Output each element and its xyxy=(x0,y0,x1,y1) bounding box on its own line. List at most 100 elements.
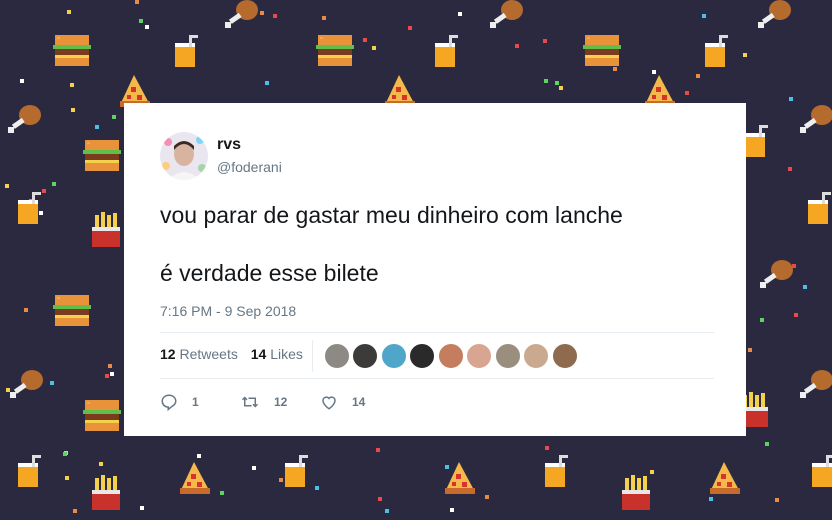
confetti-dot xyxy=(545,446,549,450)
burger-icon xyxy=(53,35,91,66)
liker-avatar[interactable] xyxy=(523,343,549,369)
confetti-dot xyxy=(385,509,389,513)
confetti-dot xyxy=(543,39,547,43)
stats-separator xyxy=(312,340,313,372)
confetti-dot xyxy=(52,182,56,186)
confetti-dot xyxy=(458,12,462,16)
confetti-dot xyxy=(650,470,654,474)
confetti-dot xyxy=(73,509,77,513)
confetti-dot xyxy=(544,79,548,83)
confetti-dot xyxy=(265,81,269,85)
confetti-dot xyxy=(709,497,713,501)
tweet-text-line-1: vou parar de gastar meu dinheiro com lan… xyxy=(160,202,623,228)
reply-button[interactable]: 1 xyxy=(160,393,199,411)
confetti-dot xyxy=(376,448,380,452)
confetti-dot xyxy=(803,285,807,289)
confetti-dot xyxy=(702,14,706,18)
confetti-dot xyxy=(20,79,24,83)
confetti-dot xyxy=(613,67,617,71)
confetti-dot xyxy=(220,491,224,495)
tweet-timestamp[interactable]: 7:16 PM - 9 Sep 2018 xyxy=(160,303,296,319)
engagement-stats: 12 Retweets 14 Likes xyxy=(160,346,312,362)
retweets-stat[interactable]: 12 Retweets xyxy=(160,346,238,362)
confetti-dot xyxy=(322,16,326,20)
burger-icon xyxy=(583,35,621,66)
confetti-dot xyxy=(515,44,519,48)
liker-avatar[interactable] xyxy=(352,343,378,369)
liker-avatar[interactable] xyxy=(552,343,578,369)
user-handle[interactable]: @foderani xyxy=(217,159,282,175)
liker-avatar[interactable] xyxy=(466,343,492,369)
burger-icon xyxy=(83,400,121,431)
confetti-dot xyxy=(110,372,114,376)
confetti-dot xyxy=(39,211,43,215)
confetti-dot xyxy=(279,478,283,482)
confetti-dot xyxy=(5,184,9,188)
confetti-dot xyxy=(140,506,144,510)
divider xyxy=(160,378,714,379)
confetti-dot xyxy=(685,91,689,95)
liker-avatar[interactable] xyxy=(324,343,350,369)
like-icon xyxy=(322,396,336,410)
confetti-dot xyxy=(450,508,454,512)
confetti-dot xyxy=(445,465,449,469)
burger-icon xyxy=(316,35,354,66)
confetti-dot xyxy=(67,10,71,14)
confetti-dot xyxy=(99,462,103,466)
liker-avatar[interactable] xyxy=(495,343,521,369)
liker-avatar[interactable] xyxy=(438,343,464,369)
confetti-dot xyxy=(372,46,376,50)
confetti-dot xyxy=(145,25,149,29)
confetti-dot xyxy=(555,81,559,85)
confetti-dot xyxy=(485,495,489,499)
liker-avatar[interactable] xyxy=(409,343,435,369)
confetti-dot xyxy=(135,0,139,4)
confetti-dot xyxy=(559,86,563,90)
reply-icon xyxy=(161,394,177,411)
confetti-dot xyxy=(743,53,747,57)
confetti-dot xyxy=(788,167,792,171)
confetti-dot xyxy=(794,313,798,317)
confetti-dot xyxy=(71,108,75,112)
liker-avatar[interactable] xyxy=(381,343,407,369)
confetti-dot xyxy=(765,442,769,446)
confetti-dot xyxy=(748,348,752,352)
confetti-dot xyxy=(95,125,99,129)
tweet-text-line-2: é verdade esse bilete xyxy=(160,260,379,286)
confetti-dot xyxy=(315,486,319,490)
burger-icon xyxy=(83,140,121,171)
confetti-dot xyxy=(363,38,367,42)
display-name[interactable]: rvs xyxy=(217,136,241,154)
confetti-dot xyxy=(63,452,67,456)
tweet-card: rvs @foderani vou parar de gastar meu di… xyxy=(124,103,746,436)
confetti-dot xyxy=(760,318,764,322)
retweet-count: 12 xyxy=(274,395,288,409)
confetti-dot xyxy=(139,19,143,23)
confetti-dot xyxy=(260,11,264,15)
divider xyxy=(160,332,714,333)
confetti-dot xyxy=(789,97,793,101)
confetti-dot xyxy=(252,466,256,470)
confetti-dot xyxy=(70,83,74,87)
retweet-icon xyxy=(241,396,259,408)
burger-icon xyxy=(53,295,91,326)
reply-count: 1 xyxy=(192,395,199,409)
confetti-dot xyxy=(112,115,116,119)
like-count: 14 xyxy=(352,395,366,409)
confetti-dot xyxy=(197,454,201,458)
confetti-dot xyxy=(696,74,700,78)
likes-stat[interactable]: 14 Likes xyxy=(251,346,303,362)
confetti-dot xyxy=(50,381,54,385)
confetti-dot xyxy=(378,497,382,501)
confetti-dot xyxy=(65,476,69,480)
retweet-button[interactable]: 12 xyxy=(240,393,287,411)
confetti-dot xyxy=(105,374,109,378)
like-button[interactable]: 14 xyxy=(320,393,365,411)
confetti-dot xyxy=(108,364,112,368)
confetti-dot xyxy=(6,388,10,392)
user-avatar[interactable] xyxy=(160,132,208,180)
confetti-dot xyxy=(273,14,277,18)
confetti-dot xyxy=(652,70,656,74)
confetti-dot xyxy=(775,498,779,502)
confetti-dot xyxy=(24,308,28,312)
